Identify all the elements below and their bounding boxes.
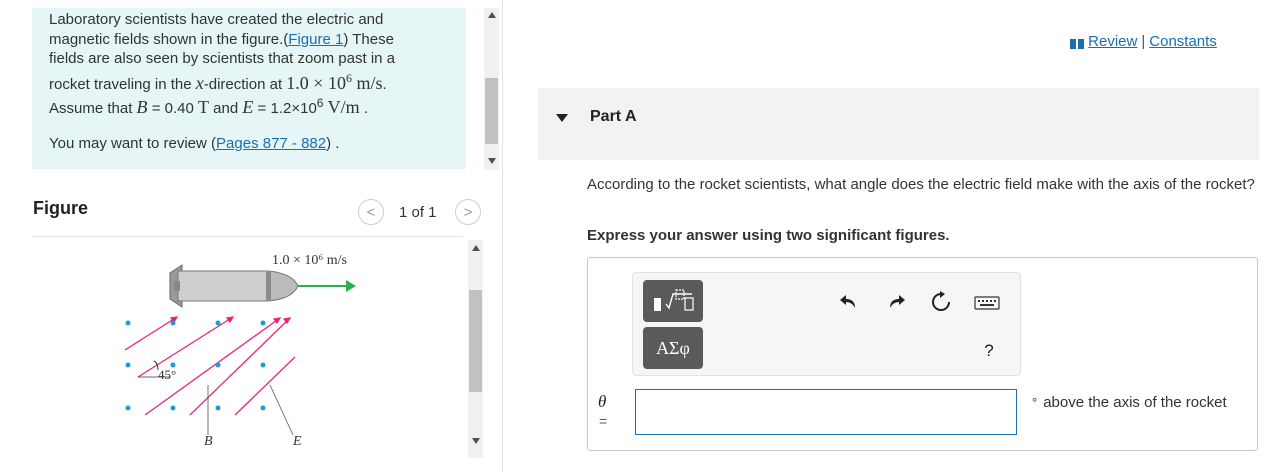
templates-icon [654, 289, 694, 311]
instruction-text: Express your answer using two significan… [587, 227, 950, 244]
caret-down-icon[interactable] [556, 114, 568, 122]
keyboard-icon[interactable] [974, 292, 1000, 314]
figure-scroll-down-icon[interactable] [472, 438, 480, 444]
part-a-header[interactable] [538, 88, 1259, 160]
scroll-up-arrow-icon[interactable] [488, 12, 496, 18]
chevron-left-icon: < [366, 203, 376, 221]
answer-variable: θ [598, 392, 607, 411]
pane-divider[interactable] [502, 0, 503, 472]
rocket [169, 264, 299, 308]
rocket-speed: 1.0 × 106 m/s [286, 70, 383, 93]
undo-icon[interactable] [838, 290, 860, 312]
problem-scrollbar-thumb[interactable] [485, 78, 498, 144]
header-separator: | [1141, 33, 1146, 50]
constants-link[interactable]: Constants [1149, 33, 1217, 50]
review-link[interactable]: Review [1088, 33, 1137, 50]
figure-next-button[interactable]: > [455, 199, 481, 225]
angle-label: 45° [158, 367, 176, 382]
greek-symbols-button[interactable]: ΑΣφ [643, 327, 703, 369]
help-button[interactable]: ? [978, 340, 1000, 362]
templates-button[interactable] [643, 280, 703, 322]
answer-unit: ° above the axis of the rocket [1032, 393, 1232, 413]
b-label: B [204, 434, 213, 449]
velocity-label: 1.0 × 10⁶ m/s [272, 253, 347, 268]
figure-title: Figure [33, 198, 89, 218]
answer-equals: = [599, 413, 608, 429]
figure-link[interactable]: Figure 1 [288, 31, 343, 48]
reset-icon[interactable] [930, 291, 952, 313]
part-a-label[interactable]: Part A [590, 108, 637, 126]
degree-symbol: ° [1032, 395, 1038, 410]
figure-scroll-up-icon[interactable] [472, 245, 480, 251]
velocity-arrow [298, 280, 356, 292]
scroll-down-arrow-icon[interactable] [488, 158, 496, 164]
answer-unit-text: above the axis of the rocket [1043, 394, 1227, 411]
review-pages-line: You may want to review (Pages 877 - 882)… [49, 135, 340, 152]
electric-field-lines [124, 316, 296, 416]
figure-diagram: 1.0 × 10⁶ m/s 45° B E [124, 253, 356, 449]
problem-statement: Laboratory scientists have created the e… [49, 11, 396, 118]
e-leader-line [269, 384, 294, 436]
figure-scrollbar-thumb[interactable] [469, 290, 482, 392]
chevron-right-icon: > [463, 203, 473, 221]
figure-separator [32, 236, 463, 237]
redo-icon[interactable] [885, 290, 907, 312]
e-label: E [292, 434, 302, 449]
book-icon [1070, 36, 1084, 50]
answer-input[interactable] [635, 389, 1017, 435]
review-constants-links: Review | Constants [1070, 33, 1217, 50]
magnetic-field-dots [125, 320, 266, 411]
review-pages-link[interactable]: Pages 877 - 882 [216, 135, 326, 152]
figure-prev-button[interactable]: < [358, 199, 384, 225]
question-text: According to the rocket scientists, what… [587, 176, 1255, 193]
figure-pager: 1 of 1 [399, 204, 437, 221]
